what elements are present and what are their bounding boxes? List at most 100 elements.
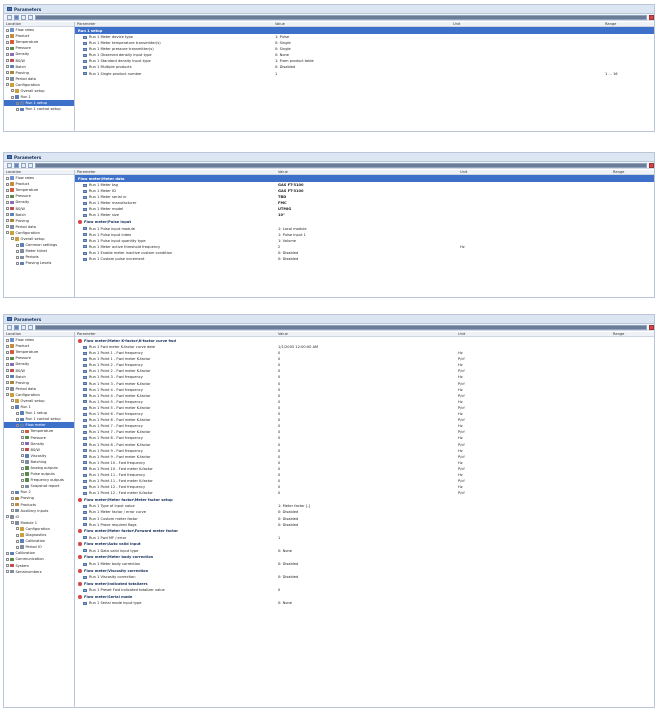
expand-toggle-icon[interactable] xyxy=(6,225,9,229)
expand-toggle-icon[interactable] xyxy=(6,34,9,38)
parameter-value[interactable]: 0: None xyxy=(275,53,289,57)
expand-toggle-icon[interactable] xyxy=(6,356,9,360)
expand-toggle-icon[interactable] xyxy=(11,89,14,93)
copy-icon[interactable] xyxy=(21,324,26,330)
parameter-value[interactable]: 0 xyxy=(278,351,280,355)
expand-toggle-icon[interactable] xyxy=(16,539,19,543)
expand-toggle-icon[interactable] xyxy=(21,429,24,433)
parameter-value[interactable]: 1: Pulse input 1 xyxy=(278,233,306,237)
parameter-value[interactable]: 0 xyxy=(278,436,280,440)
parameter-value[interactable]: 0: None xyxy=(278,601,292,605)
parameter-value[interactable]: 0 xyxy=(278,455,280,459)
expand-toggle-icon[interactable] xyxy=(16,411,19,415)
expand-toggle-icon[interactable] xyxy=(6,344,9,348)
save-icon[interactable] xyxy=(14,162,19,168)
open-icon[interactable] xyxy=(7,162,12,168)
expand-toggle-icon[interactable] xyxy=(6,65,9,69)
expand-toggle-icon[interactable] xyxy=(16,423,19,427)
expand-toggle-icon[interactable] xyxy=(6,551,9,555)
expand-toggle-icon[interactable] xyxy=(21,436,24,440)
expand-toggle-icon[interactable] xyxy=(16,533,19,537)
expand-toggle-icon[interactable] xyxy=(6,231,9,235)
paste-icon[interactable] xyxy=(28,324,33,330)
parameter-value[interactable]: 0: Disabled xyxy=(278,562,298,566)
copy-icon[interactable] xyxy=(21,14,26,20)
expand-toggle-icon[interactable] xyxy=(6,350,9,354)
expand-toggle-icon[interactable] xyxy=(6,387,9,391)
parameter-value[interactable]: 1: Volume xyxy=(278,239,296,243)
expand-toggle-icon[interactable] xyxy=(21,454,24,458)
expand-toggle-icon[interactable] xyxy=(6,564,9,568)
expand-toggle-icon[interactable] xyxy=(6,207,9,211)
parameter-value[interactable]: 0 xyxy=(278,418,280,422)
parameter-value[interactable]: 0: Disabled xyxy=(278,510,298,514)
expand-toggle-icon[interactable] xyxy=(6,213,9,217)
expand-toggle-icon[interactable] xyxy=(16,261,19,265)
tree-item[interactable]: Serialnumbers xyxy=(4,569,74,575)
expand-toggle-icon[interactable] xyxy=(6,194,9,198)
expand-toggle-icon[interactable] xyxy=(16,255,19,259)
parameter-value[interactable]: 0 xyxy=(278,479,280,483)
expand-toggle-icon[interactable] xyxy=(6,393,9,397)
expand-toggle-icon[interactable] xyxy=(21,460,24,464)
expand-toggle-icon[interactable] xyxy=(21,466,24,470)
tree-item[interactable]: Proving Levels xyxy=(4,260,74,266)
save-icon[interactable] xyxy=(14,14,19,20)
parameter-value[interactable]: TBD xyxy=(278,195,286,199)
expand-toggle-icon[interactable] xyxy=(6,40,9,44)
paste-icon[interactable] xyxy=(28,14,33,20)
parameter-value[interactable]: 0 xyxy=(278,461,280,465)
parameter-value[interactable]: 0 xyxy=(278,443,280,447)
paste-icon[interactable] xyxy=(28,162,33,168)
delete-icon[interactable] xyxy=(649,162,654,168)
parameter-value[interactable]: 0 xyxy=(278,412,280,416)
tree-item[interactable]: Run 1 control setup xyxy=(4,106,74,112)
parameter-value[interactable]: 1: Pulse xyxy=(275,35,289,39)
expand-toggle-icon[interactable] xyxy=(21,442,24,446)
parameter-value[interactable]: 1: Meter factor [-] xyxy=(278,504,310,508)
expand-toggle-icon[interactable] xyxy=(16,417,19,421)
parameter-value[interactable]: 0: Disabled xyxy=(278,523,298,527)
parameter-value[interactable]: 0: Disabled xyxy=(278,517,298,521)
parameter-value[interactable]: 0 xyxy=(278,430,280,434)
parameter-row[interactable]: Run 1 Single product number 1 1 ... 16 xyxy=(75,71,654,77)
parameter-value[interactable]: 0: Single xyxy=(275,47,291,51)
parameter-value[interactable]: 0 xyxy=(278,375,280,379)
parameter-value[interactable]: 0 xyxy=(278,357,280,361)
parameter-value[interactable]: 0 xyxy=(278,394,280,398)
expand-toggle-icon[interactable] xyxy=(6,362,9,366)
parameter-value[interactable]: 0 xyxy=(278,388,280,392)
grid-icon[interactable] xyxy=(35,324,647,330)
expand-toggle-icon[interactable] xyxy=(6,515,9,519)
expand-toggle-icon[interactable] xyxy=(6,338,9,342)
expand-toggle-icon[interactable] xyxy=(16,249,19,253)
expand-toggle-icon[interactable] xyxy=(6,77,9,81)
expand-toggle-icon[interactable] xyxy=(6,188,9,192)
parameter-value[interactable]: 1 xyxy=(278,536,280,540)
expand-toggle-icon[interactable] xyxy=(16,243,19,247)
parameter-value[interactable]: 0: Single xyxy=(275,41,291,45)
expand-toggle-icon[interactable] xyxy=(16,107,19,111)
parameter-value[interactable]: 1 xyxy=(275,72,277,76)
parameter-value[interactable]: 0: Disabled xyxy=(275,65,295,69)
parameter-value[interactable]: 0: Disabled xyxy=(278,575,298,579)
parameter-value[interactable]: UTMIG xyxy=(278,207,291,211)
expand-toggle-icon[interactable] xyxy=(16,527,19,531)
expand-toggle-icon[interactable] xyxy=(21,484,24,488)
delete-icon[interactable] xyxy=(649,14,654,20)
expand-toggle-icon[interactable] xyxy=(11,503,14,507)
parameter-row[interactable]: Run 1 Custom pulse increment 0: Disabled xyxy=(75,256,654,262)
parameter-value[interactable]: 0 xyxy=(278,485,280,489)
parameter-value[interactable]: 0 xyxy=(278,449,280,453)
save-icon[interactable] xyxy=(14,324,19,330)
parameter-value[interactable]: 0 xyxy=(278,467,280,471)
parameter-value[interactable]: 1/1/2005 12:00:00 AM xyxy=(278,345,318,349)
expand-toggle-icon[interactable] xyxy=(6,59,9,63)
parameter-value[interactable]: 0: None xyxy=(278,549,292,553)
parameter-value[interactable]: FMC xyxy=(278,201,287,205)
expand-toggle-icon[interactable] xyxy=(11,405,14,409)
parameter-row[interactable]: Run 1 Serial mode input type 0: None xyxy=(75,600,654,606)
expand-toggle-icon[interactable] xyxy=(11,521,14,525)
expand-toggle-icon[interactable] xyxy=(6,83,9,87)
parameter-value[interactable]: 1: Local module xyxy=(278,227,307,231)
